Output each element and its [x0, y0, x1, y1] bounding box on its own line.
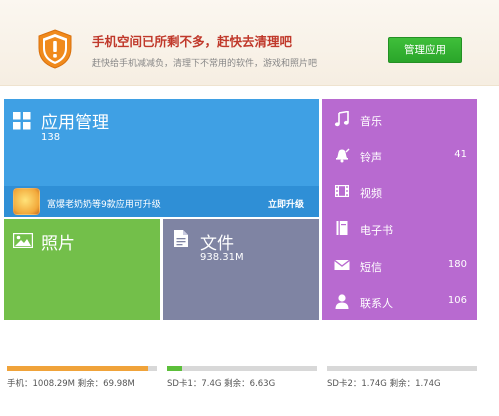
media-item-ebooks[interactable]: 电子书: [322, 210, 477, 246]
storage-fill: [167, 366, 182, 371]
app-update-text: 富爆老奶奶等9款应用可升级: [47, 200, 161, 210]
media-item-label: 短信: [360, 261, 382, 274]
media-item-count: 180: [447, 259, 467, 270]
media-item-video[interactable]: 视频: [322, 173, 477, 209]
storage-warning-banner: 手机空间已所剩不多，赶快去清理吧 赶快给手机减减负，清理下不常用的软件，游戏和照…: [0, 0, 499, 86]
storage-sd1-text: SD卡1：7.4G 剩余：6.63G: [167, 379, 276, 389]
app-management-title: 应用管理: [41, 113, 109, 133]
envelope-icon: [334, 259, 350, 270]
storage-fill: [7, 366, 148, 371]
media-item-label: 电子书: [360, 224, 393, 237]
bell-icon: [336, 148, 350, 163]
media-item-music[interactable]: 音乐: [322, 101, 477, 137]
media-item-contacts[interactable]: 联系人 106: [322, 283, 477, 319]
media-item-count: 41: [454, 149, 467, 160]
storage-phone-text: 手机：1008.29M 剩余：69.98M: [7, 379, 135, 389]
media-item-label: 铃声: [360, 151, 382, 164]
files-size: 938.31M: [200, 252, 244, 263]
manage-apps-button[interactable]: 管理应用: [388, 37, 462, 63]
storage-track: [327, 366, 477, 371]
grid-icon: [13, 112, 31, 130]
media-item-ringtones[interactable]: 铃声 41: [322, 137, 477, 173]
media-item-label: 音乐: [360, 115, 382, 128]
warning-shield-icon: [38, 29, 72, 69]
update-now-link[interactable]: 立即升级: [268, 197, 304, 210]
photos-title: 照片: [41, 234, 75, 254]
banner-title: 手机空间已所剩不多，赶快去清理吧: [92, 34, 293, 49]
book-icon: [336, 221, 348, 235]
film-icon: [335, 185, 349, 197]
media-item-count: 106: [447, 295, 467, 306]
storage-track: [167, 366, 317, 371]
file-icon: [174, 230, 188, 247]
photo-icon: [13, 233, 33, 248]
app-count: 138: [41, 132, 61, 143]
media-item-label: 联系人: [360, 297, 393, 310]
media-item-label: 视频: [360, 187, 382, 200]
person-icon: [335, 294, 349, 309]
media-item-sms[interactable]: 短信 180: [322, 247, 477, 283]
music-note-icon: [334, 111, 349, 127]
app-avatar-icon: [13, 188, 40, 215]
files-title: 文件: [200, 234, 234, 254]
banner-subtitle: 赶快给手机减减负，清理下不常用的软件，游戏和照片吧: [92, 59, 318, 69]
storage-sd2-text: SD卡2：1.74G 剩余：1.74G: [327, 379, 441, 389]
